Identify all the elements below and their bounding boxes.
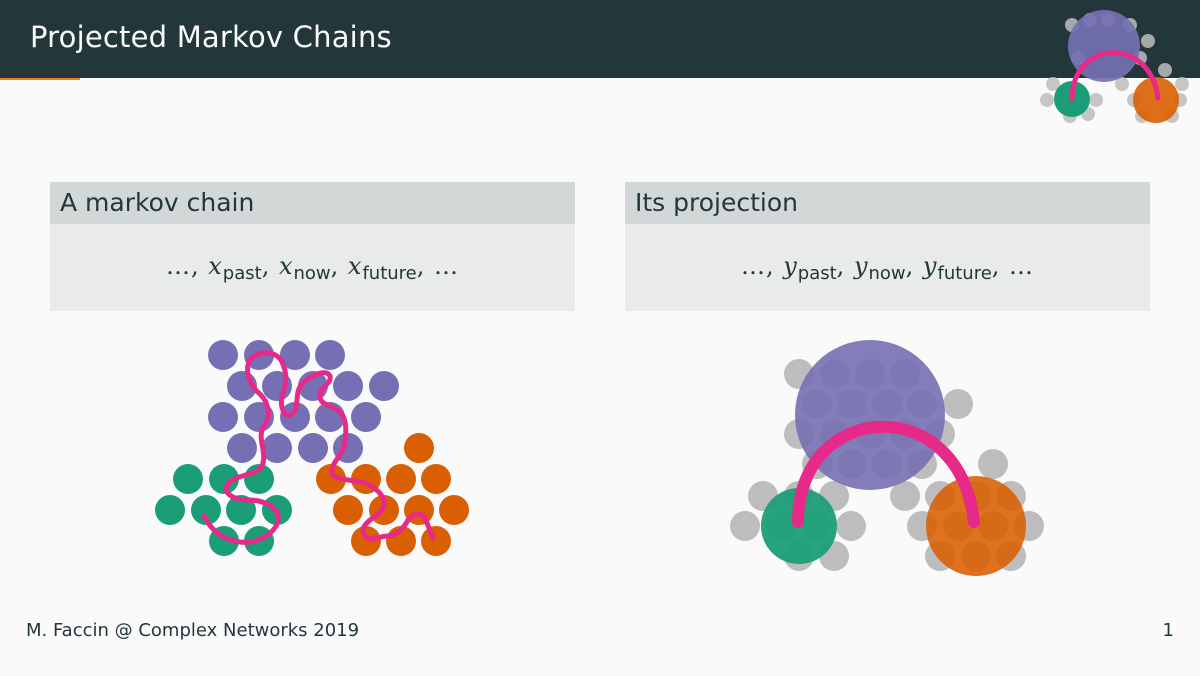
markov-chain-formula: …, xpast, xnow, xfuture, … (165, 251, 460, 284)
title-bar: Projected Markov Chains (0, 0, 1200, 78)
projected-chain-figure (730, 340, 1044, 576)
block-title: A markov chain (50, 182, 575, 224)
block-title: Its projection (625, 182, 1150, 224)
page-number: 1 (1162, 620, 1174, 641)
projection-block: Its projection …, ypast, ynow, yfuture, … (625, 182, 1150, 311)
progress-accent (0, 78, 80, 80)
footer-author: M. Faccin @ Complex Networks 2019 (26, 620, 360, 641)
projection-formula: …, ypast, ynow, yfuture, … (740, 251, 1035, 284)
projection-logo (1040, 10, 1189, 123)
markov-chain-figure (155, 340, 469, 556)
slide-title: Projected Markov Chains (30, 20, 392, 54)
markov-chain-block: A markov chain …, xpast, xnow, xfuture, … (50, 182, 575, 311)
